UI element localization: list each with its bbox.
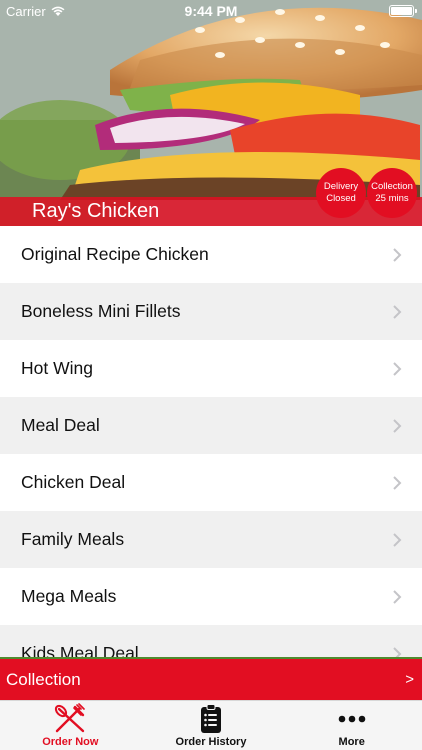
tab-order-now[interactable]: Order Now	[0, 701, 141, 750]
chevron-right-icon	[393, 361, 402, 376]
fork-knife-icon	[53, 703, 87, 734]
battery-icon	[389, 5, 417, 17]
chevron-right-icon	[393, 418, 402, 433]
menu-item-label: Mega Meals	[21, 586, 117, 606]
menu-item-hot-wing[interactable]: Hot Wing	[0, 340, 422, 397]
menu-category-list[interactable]: Original Recipe Chicken Boneless Mini Fi…	[0, 226, 422, 657]
chevron-right-icon	[393, 304, 402, 319]
chevron-right-icon	[393, 475, 402, 490]
collection-status-badge: Collection 25 mins	[367, 168, 417, 218]
tab-order-history[interactable]: Order History	[141, 701, 282, 750]
collection-bar-label: Collection	[6, 669, 81, 689]
delivery-badge-line1: Delivery	[323, 181, 359, 192]
menu-item-family-meals[interactable]: Family Meals	[0, 511, 422, 568]
clipboard-list-icon	[200, 704, 222, 734]
tab-bar: Order Now Order History More	[0, 700, 422, 750]
menu-item-kids-meal-deal[interactable]: Kids Meal Deal	[0, 625, 422, 657]
menu-item-meal-deal[interactable]: Meal Deal	[0, 397, 422, 454]
menu-item-label: Meal Deal	[21, 415, 100, 435]
more-dots-icon	[338, 704, 366, 734]
tab-label: Order Now	[42, 736, 99, 748]
delivery-status-badge: Delivery Closed	[316, 168, 366, 218]
collection-bar-arrow: >	[405, 671, 414, 688]
collection-badge-line1: Collection	[371, 181, 413, 192]
status-bar: Carrier 9:44 PM	[0, 0, 422, 22]
chevron-right-icon	[393, 646, 402, 657]
menu-item-label: Chicken Deal	[21, 472, 126, 492]
collection-mode-bar[interactable]: Collection >	[0, 657, 422, 700]
menu-item-label: Hot Wing	[21, 358, 93, 378]
menu-item-boneless-mini-fillets[interactable]: Boneless Mini Fillets	[0, 283, 422, 340]
delivery-badge-line2: Closed	[326, 193, 356, 204]
menu-item-mega-meals[interactable]: Mega Meals	[0, 568, 422, 625]
tab-label: Order History	[175, 736, 247, 748]
menu-item-label: Original Recipe Chicken	[21, 244, 209, 264]
collection-badge-line2: 25 mins	[375, 193, 409, 204]
status-time: 9:44 PM	[184, 3, 238, 19]
menu-item-label: Family Meals	[21, 529, 125, 549]
tab-label: More	[338, 736, 365, 748]
chevron-right-icon	[393, 247, 402, 262]
menu-item-chicken-deal[interactable]: Chicken Deal	[0, 454, 422, 511]
menu-item-label: Kids Meal Deal	[21, 643, 139, 657]
tab-more[interactable]: More	[281, 701, 422, 750]
chevron-right-icon	[393, 589, 402, 604]
menu-item-label: Boneless Mini Fillets	[21, 301, 181, 321]
menu-item-original-recipe-chicken[interactable]: Original Recipe Chicken	[0, 226, 422, 283]
chevron-right-icon	[393, 532, 402, 547]
